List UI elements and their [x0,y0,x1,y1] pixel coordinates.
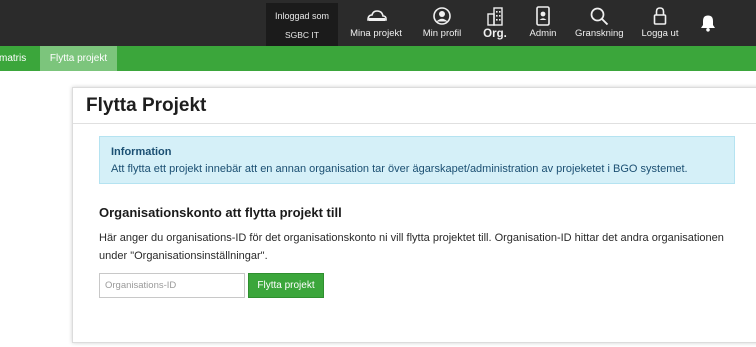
nav-logout[interactable]: Logga ut [640,6,680,44]
nav-my-projects[interactable]: Mina projekt [346,6,406,44]
logged-in-label: Inloggad som [274,11,330,21]
search-icon [590,7,609,26]
organisation-id-input[interactable] [99,273,245,298]
top-navigation-bar: Inloggad som SGBC IT Mina projekt Min pr… [0,0,756,46]
nav-my-profile[interactable]: Min profil [415,6,469,44]
nav-review-label: Granskning [575,28,624,39]
sub-navigation-bar: matris Flytta projekt [0,46,756,71]
information-title: Information [111,146,172,158]
nav-admin-label: Admin [529,28,557,39]
user-circle-icon [433,7,451,25]
subnav-item-move-project[interactable]: Flytta projekt [40,46,117,71]
nav-logout-label: Logga ut [641,28,679,39]
section-title: Organisationskonto att flytta projekt ti… [99,205,342,220]
id-badge-icon [536,6,550,26]
lock-icon [653,7,667,25]
information-alert: Information Att flytta ett projekt inneb… [99,136,735,184]
page-title: Flytta Projekt [86,95,207,116]
section-description: Här anger du organisations-ID för det or… [99,232,724,262]
nav-org[interactable]: Org. [478,6,512,44]
nav-org-label: Org. [483,28,507,40]
nav-my-projects-label: Mina projekt [350,28,402,39]
nav-admin[interactable]: Admin [526,6,560,44]
nav-my-profile-label: Min profil [422,28,462,39]
cloud-icon [367,10,387,21]
bell-icon[interactable] [699,14,717,32]
building-icon [487,7,503,26]
move-project-panel: Flytta Projekt Information Att flytta et… [72,87,756,343]
subnav-item-matrix[interactable]: matris [0,46,34,71]
nav-review[interactable]: Granskning [575,6,624,44]
move-project-button[interactable]: Flytta projekt [248,273,324,298]
panel-header: Flytta Projekt [73,88,756,124]
logged-in-user: SGBC IT [284,30,319,40]
logged-in-as: Inloggad som SGBC IT [266,3,338,46]
information-text: Att flytta ett projekt innebär att en an… [111,163,688,175]
